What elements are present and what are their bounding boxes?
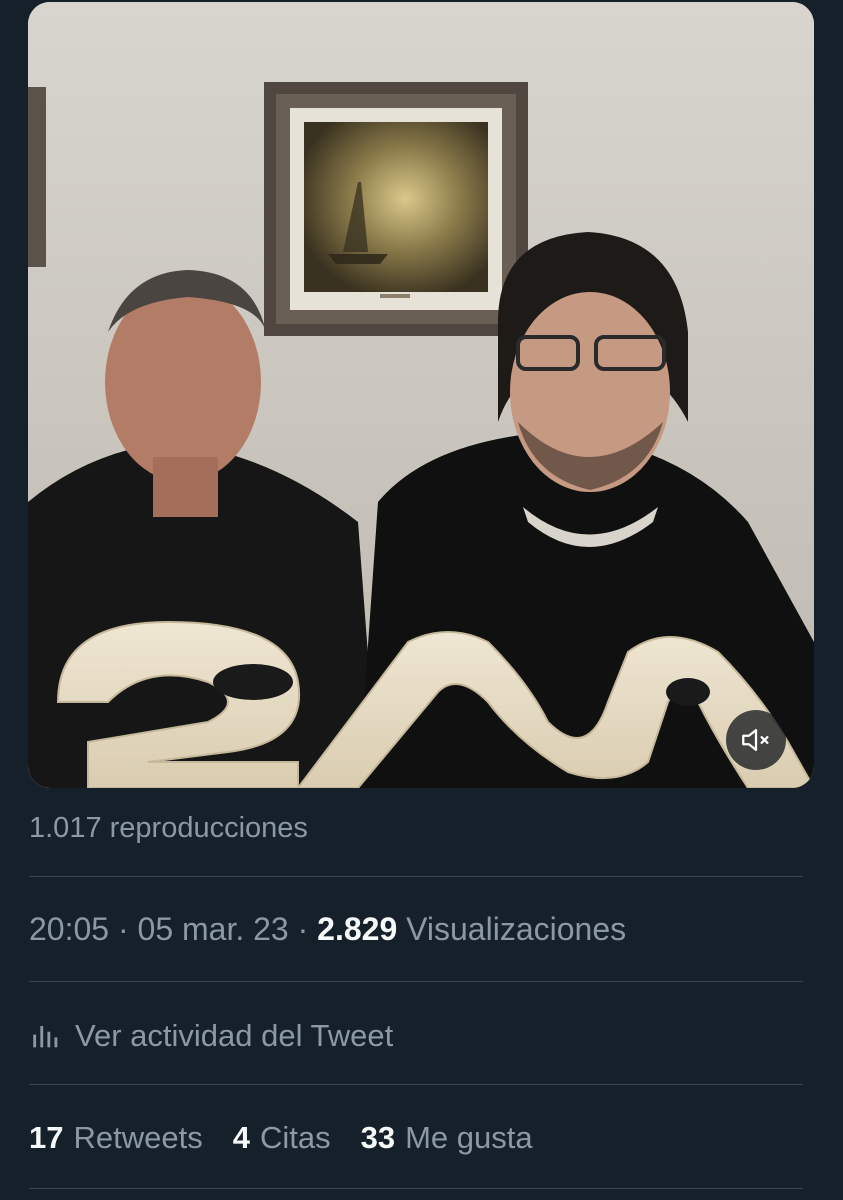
retweets-count[interactable]: 17 Retweets xyxy=(29,1120,203,1156)
retweets-label: Retweets xyxy=(73,1120,203,1155)
tweet-video[interactable] xyxy=(28,2,814,788)
video-plays-count: 1.017 reproducciones xyxy=(29,812,308,844)
views-count: 2.829 xyxy=(317,911,398,947)
likes-count[interactable]: 33 Me gusta xyxy=(361,1120,533,1156)
quotes-value: 4 xyxy=(232,1120,250,1155)
divider xyxy=(29,981,803,982)
tweet-date[interactable]: 05 mar. 23 xyxy=(138,911,289,947)
likes-label: Me gusta xyxy=(405,1120,533,1155)
separator-dot: · xyxy=(297,911,309,947)
tweet-activity-label: Ver actividad del Tweet xyxy=(75,1018,394,1053)
mute-button[interactable] xyxy=(726,710,786,770)
video-frame xyxy=(28,2,814,788)
separator-dot: · xyxy=(117,911,129,947)
likes-value: 33 xyxy=(360,1120,396,1155)
quotes-count[interactable]: 4 Citas xyxy=(233,1120,331,1156)
tweet-activity-link[interactable]: Ver actividad del Tweet xyxy=(29,1014,393,1058)
bar-chart-icon xyxy=(29,1019,63,1053)
retweets-value: 17 xyxy=(29,1120,64,1155)
speaker-muted-icon xyxy=(742,728,769,752)
divider xyxy=(29,1084,803,1085)
views-label: Visualizaciones xyxy=(406,911,627,947)
tweet-time[interactable]: 20:05 xyxy=(29,911,109,947)
quotes-label: Citas xyxy=(259,1120,331,1155)
tweet-timestamp-line: 20:05 · 05 mar. 23 · 2.829 Visualizacion… xyxy=(29,911,626,948)
divider xyxy=(29,876,803,877)
divider xyxy=(29,1188,803,1189)
tweet-detail: 1.017 reproducciones 20:05 · 05 mar. 23 … xyxy=(0,0,843,1200)
engagement-counts: 17 Retweets 4 Citas 33 Me gusta xyxy=(29,1120,563,1156)
